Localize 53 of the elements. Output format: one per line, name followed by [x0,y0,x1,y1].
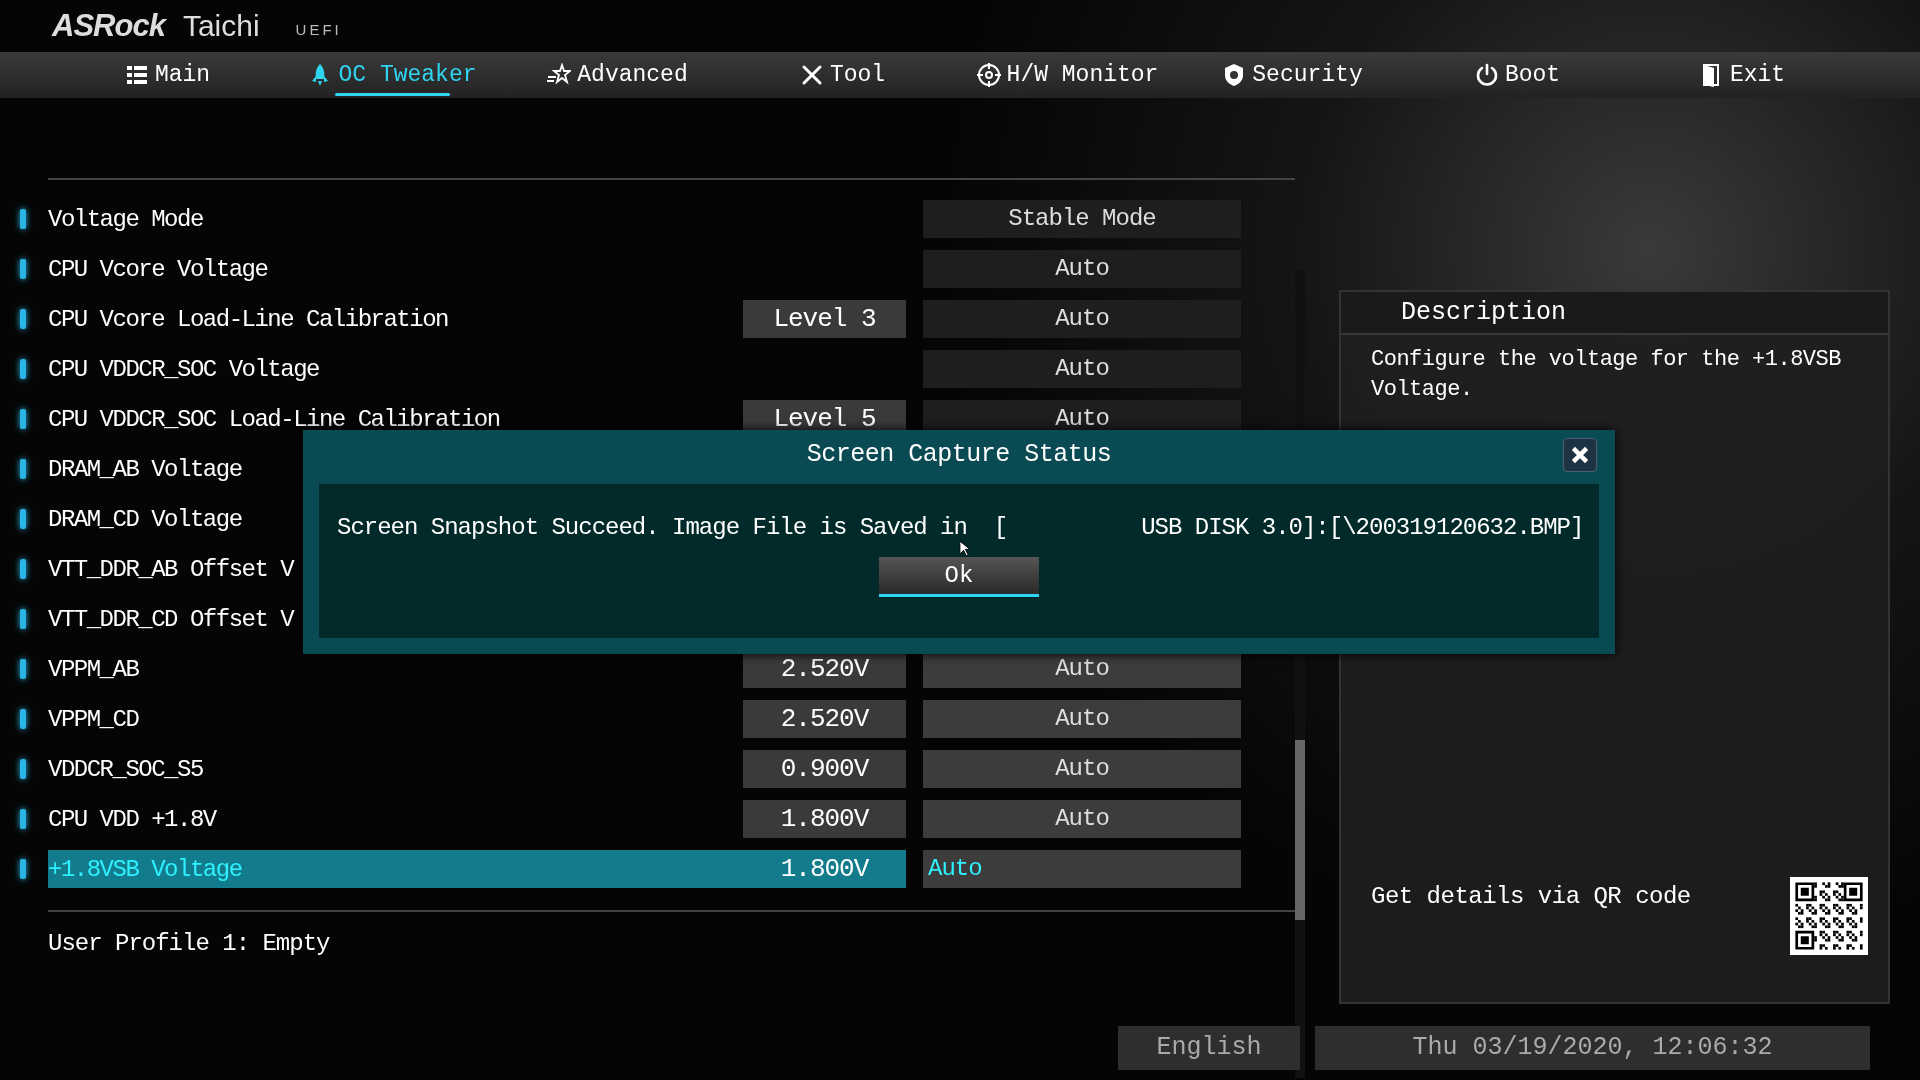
setting-label: VPPM_CD [48,705,139,733]
qr-label: Get details via QR code [1371,883,1691,910]
model-name: Taichi [182,9,260,43]
setting-row[interactable]: CPU Vcore Load-Line Calibration Level 3 [48,300,906,338]
menu-tab[interactable]: H/W Monitor [955,52,1180,98]
option-field[interactable]: Stable Mode [923,200,1241,238]
dialog-title: Screen Capture Status [805,439,1113,469]
option-field[interactable]: Auto [923,300,1241,338]
option-field[interactable]: Auto [923,800,1241,838]
setting-label: CPU VDDCR_SOC Load-Line Calibration [48,405,500,433]
menu-tab[interactable]: Exit [1630,52,1855,98]
setting-label: CPU VDDCR_SOC Voltage [48,355,319,383]
menu-tab[interactable]: Boot [1405,52,1630,98]
setting-label: +1.8VSB Voltage [48,855,242,883]
setting-row[interactable]: VDDCR_SOC_S5 0.900V [48,750,906,788]
menu-tab[interactable]: Advanced [505,52,730,98]
option-field[interactable]: Auto [923,750,1241,788]
setting-label: VDDCR_SOC_S5 [48,755,203,783]
setting-row[interactable]: +1.8VSB Voltage 1.800V [48,850,906,888]
setting-row[interactable]: CPU VDD +1.8V 1.800V [48,800,906,838]
setting-label: Voltage Mode [48,205,203,233]
setting-value: 0.900V [743,750,906,788]
user-profile-label: User Profile 1: Empty [48,910,1295,957]
date-time-display: Thu 03/19/2020, 12:06:32 [1315,1026,1870,1070]
option-field[interactable]: Auto [923,250,1241,288]
option-field[interactable]: Auto [923,850,1241,888]
setting-label: VTT_DDR_AB Offset V [48,555,294,583]
setting-label: CPU Vcore Load-Line Calibration [48,305,448,333]
menu-tab[interactable]: Main [55,52,280,98]
uefi-label: UEFI [295,20,342,38]
setting-value: Level 3 [743,300,906,338]
setting-row[interactable]: VPPM_CD 2.520V [48,700,906,738]
option-field[interactable]: Auto [923,700,1241,738]
setting-label: CPU Vcore Voltage [48,255,268,283]
setting-value: 1.800V [779,854,870,884]
setting-label: VPPM_AB [48,655,139,683]
setting-value: 2.520V [743,700,906,738]
description-text: Configure the voltage for the +1.8VSB Voltage. [1371,346,1842,404]
setting-row[interactable]: CPU VDDCR_SOC Voltage [48,350,906,388]
setting-label: CPU VDD +1.8V [48,805,216,833]
menu-tab[interactable]: Tool [730,52,955,98]
setting-row[interactable]: CPU Vcore Voltage [48,250,906,288]
description-title: Description [1341,292,1888,335]
option-field[interactable]: Auto [923,350,1241,388]
setting-value: 1.800V [743,800,906,838]
brand-logo: ASRock [52,8,165,44]
dialog-message: Screen Snapshot Succeed. Image File is Saved in [ USB DISK 3.0]:[\200319120632.BMP] [337,514,1584,541]
ok-button[interactable]: Ok [879,557,1039,597]
setting-label: VTT_DDR_CD Offset V [48,605,294,633]
menu-tab[interactable]: Security [1180,52,1405,98]
menu-tab[interactable]: OC Tweaker [280,52,505,98]
language-button[interactable]: English [1118,1026,1300,1070]
setting-row[interactable]: Voltage Mode [48,200,906,238]
